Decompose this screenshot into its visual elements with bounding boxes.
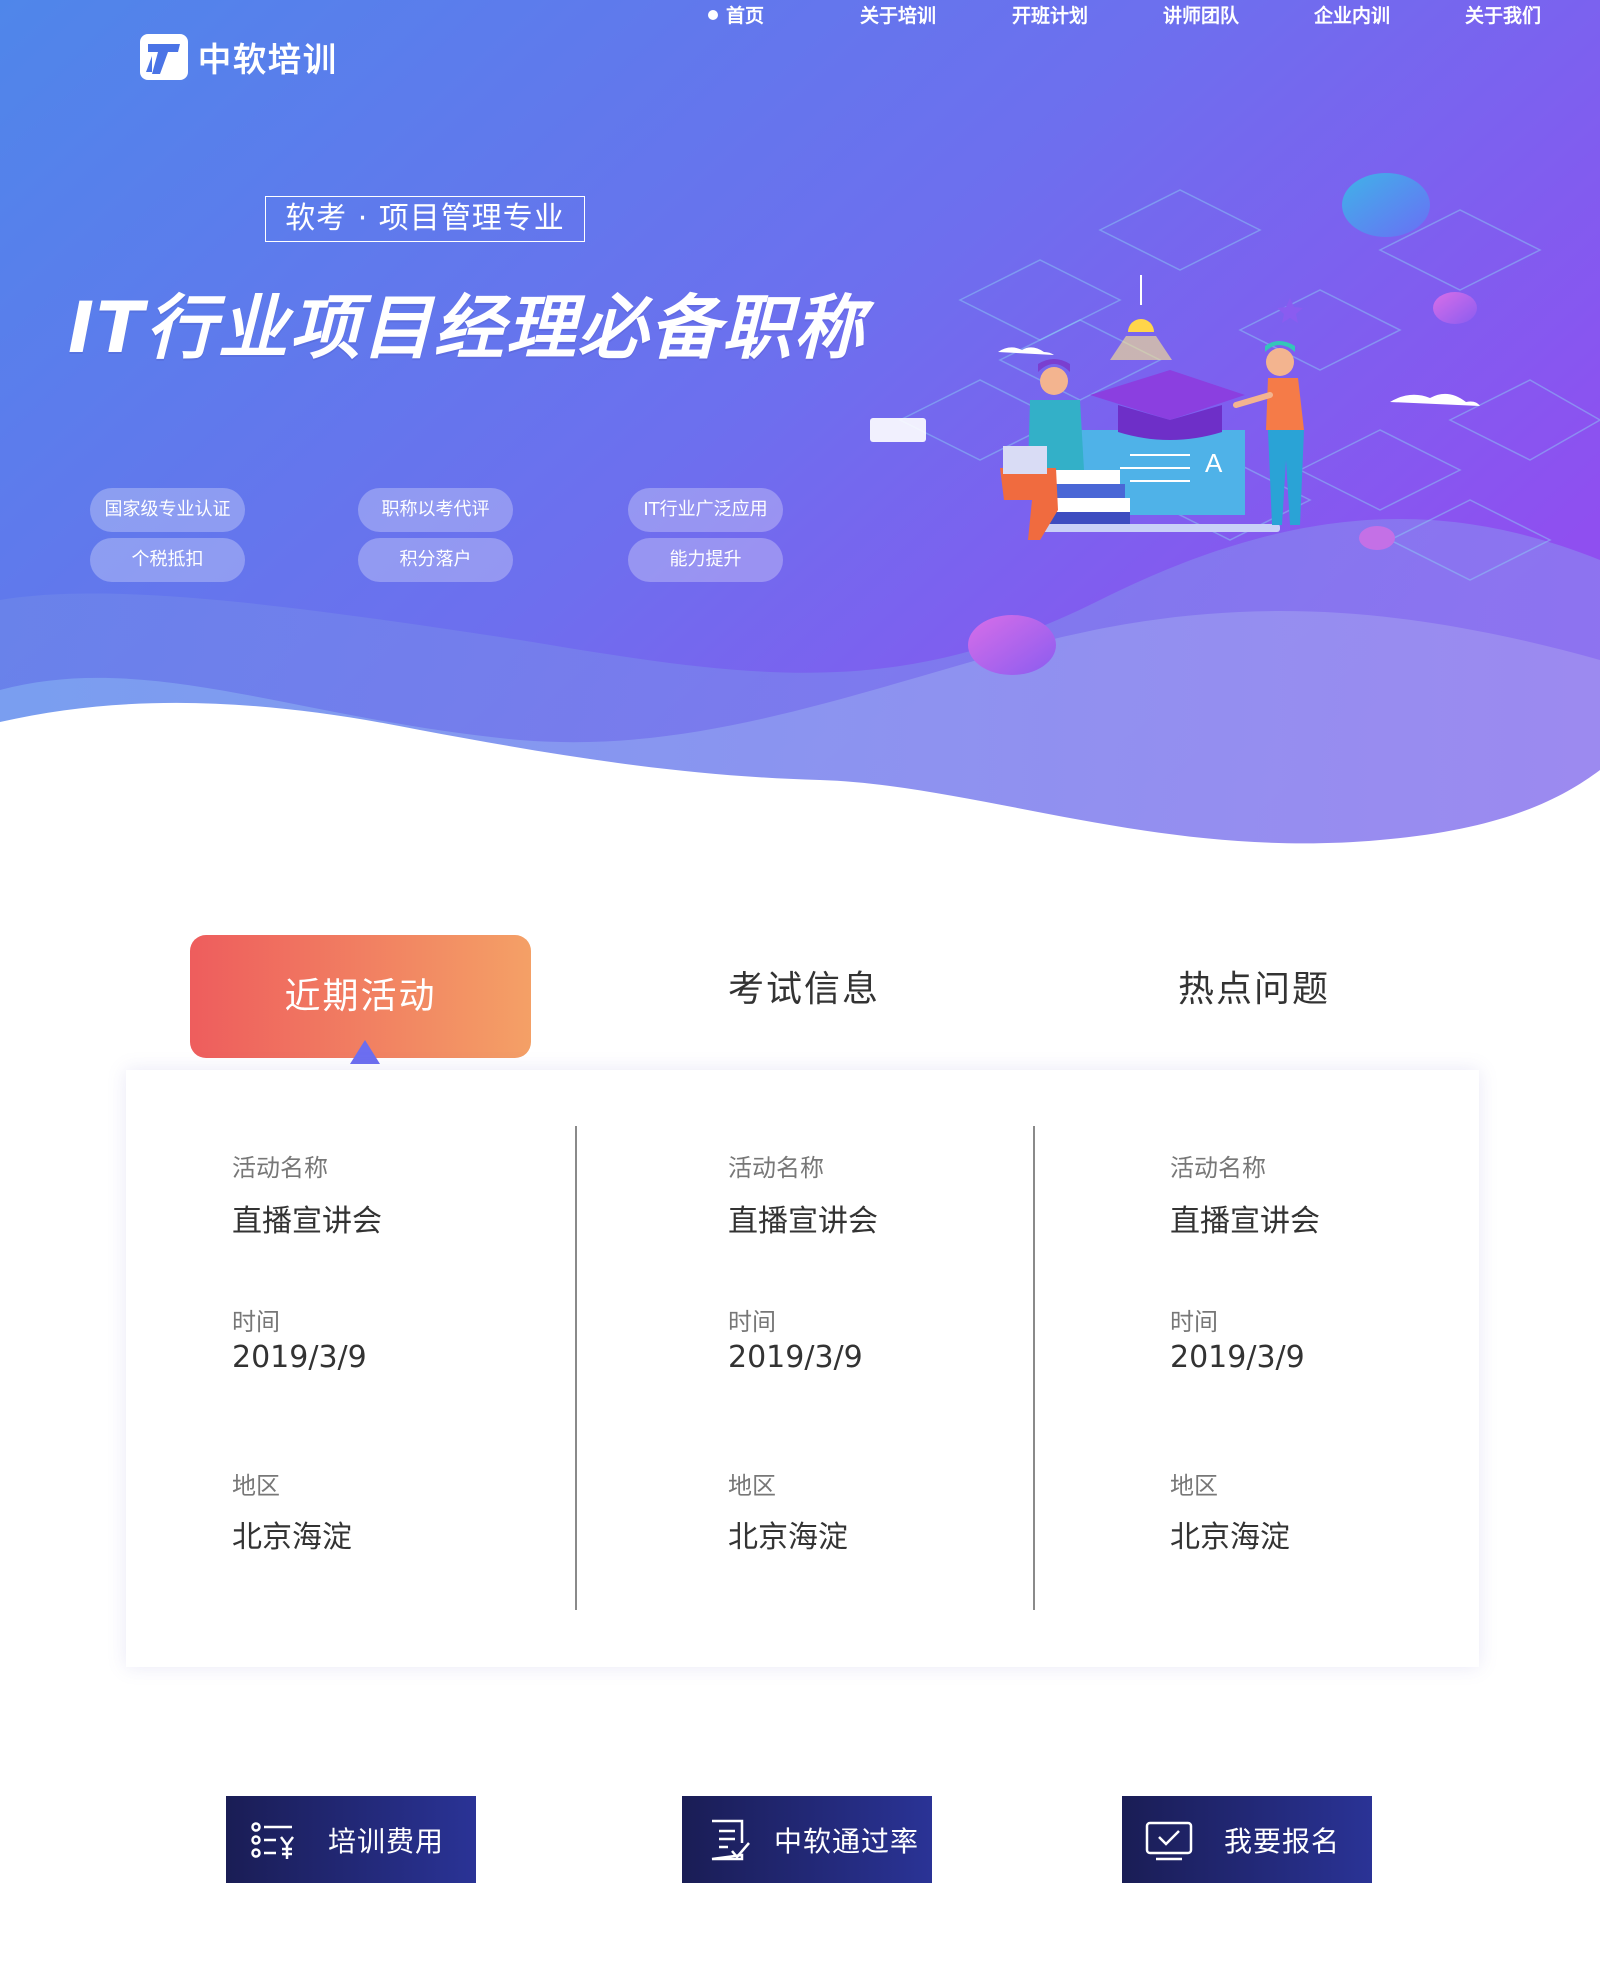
event-time-label: 时间 [728, 1308, 776, 1336]
event-region: 北京海淀 [728, 1520, 848, 1555]
feature-pill: 积分落户 [358, 538, 513, 582]
nav-label: 首页 [726, 5, 765, 27]
events-card: 活动名称 直播宣讲会 时间 2019/3/9 地区 北京海淀 活动名称 直播宣讲… [126, 1070, 1479, 1667]
feature-pill: 国家级专业认证 [90, 488, 245, 532]
monitor-check-icon [1144, 1815, 1194, 1865]
nav-item-about-training[interactable]: 关于培训 [860, 0, 936, 32]
feature-pill: IT行业广泛应用 [628, 488, 783, 532]
event-name-label: 活动名称 [232, 1154, 328, 1182]
button-label: 我要报名 [1224, 1824, 1341, 1858]
feature-pill: 职称以考代评 [358, 488, 513, 532]
hero-banner: A 中软培训 首页 关于培训 开班计划 讲师团队 企业内训 关于我们 软考 · … [0, 0, 1600, 860]
hero-title: IT行业项目经理必备职称 [68, 287, 866, 369]
event-region-label: 地区 [1170, 1472, 1218, 1500]
svg-text:A: A [1205, 448, 1223, 478]
event-region: 北京海淀 [232, 1520, 352, 1555]
logo[interactable]: 中软培训 [140, 32, 338, 82]
training-fee-button[interactable]: 培训费用 [226, 1796, 476, 1883]
nav-item-teachers[interactable]: 讲师团队 [1163, 0, 1239, 32]
event-time: 2019/3/9 [728, 1340, 863, 1375]
event-region: 北京海淀 [1170, 1520, 1290, 1555]
pass-rate-button[interactable]: 中软通过率 [682, 1796, 932, 1883]
logo-icon [140, 34, 188, 80]
feature-pill: 能力提升 [628, 538, 783, 582]
event-name: 直播宣讲会 [1170, 1204, 1320, 1239]
nav-item-corporate-training[interactable]: 企业内训 [1314, 0, 1390, 32]
register-button[interactable]: 我要报名 [1122, 1796, 1372, 1883]
logo-text: 中软培训 [198, 40, 338, 79]
button-label: 培训费用 [328, 1824, 445, 1858]
event-time: 2019/3/9 [232, 1340, 367, 1375]
fee-list-icon [248, 1815, 298, 1865]
column-divider [1033, 1126, 1035, 1610]
event-time-label: 时间 [1170, 1308, 1218, 1336]
event-name: 直播宣讲会 [232, 1204, 382, 1239]
event-name-label: 活动名称 [728, 1154, 824, 1182]
hero-background: A [0, 0, 1600, 860]
tab-exam-info[interactable]: 考试信息 [728, 960, 880, 1012]
event-name: 直播宣讲会 [728, 1204, 878, 1239]
nav-item-class-plan[interactable]: 开班计划 [1012, 0, 1088, 32]
nav-active-dot-icon [708, 9, 718, 20]
tab-hot-questions[interactable]: 热点问题 [1178, 960, 1330, 1012]
button-label: 中软通过率 [774, 1824, 920, 1858]
event-region-label: 地区 [728, 1472, 776, 1500]
nav-item-about-us[interactable]: 关于我们 [1465, 0, 1541, 32]
nav-item-home[interactable]: 首页 [708, 0, 764, 32]
event-time: 2019/3/9 [1170, 1340, 1305, 1375]
column-divider [575, 1126, 577, 1610]
event-region-label: 地区 [232, 1472, 280, 1500]
document-check-icon [704, 1815, 754, 1865]
event-time-label: 时间 [232, 1308, 280, 1336]
active-tab-pointer-icon [350, 1040, 380, 1064]
event-name-label: 活动名称 [1170, 1154, 1266, 1182]
feature-pill: 个税抵扣 [90, 538, 245, 582]
hero-subtitle: 软考 · 项目管理专业 [265, 196, 585, 242]
